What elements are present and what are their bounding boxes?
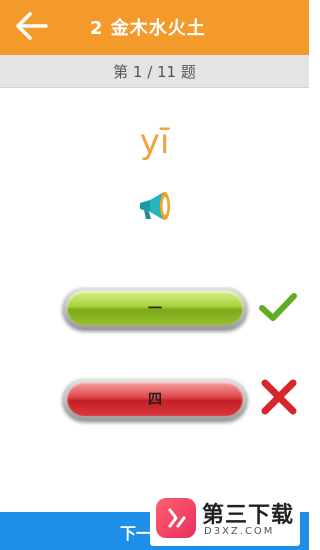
header-bar: 2 金木水火土 <box>0 0 309 55</box>
next-button[interactable]: 下一 <box>120 520 152 544</box>
answer-option-label: 一 <box>67 291 243 325</box>
watermark-logo-icon <box>156 498 196 538</box>
arrow-left-icon <box>16 12 48 40</box>
play-audio-button[interactable] <box>134 186 174 226</box>
question-counter-bar: 第 1 / 11 题 <box>0 55 309 88</box>
watermark: 第三下载 D3XZ.COM <box>150 494 300 546</box>
page-title: 2 金木水火土 <box>90 18 206 39</box>
correct-check-icon <box>258 287 298 327</box>
answer-option-label: 四 <box>67 382 243 416</box>
answer-option-2[interactable]: 四 <box>62 377 248 421</box>
pinyin-text: yī <box>139 122 170 162</box>
watermark-subtext: D3XZ.COM <box>204 526 275 537</box>
watermark-text: 第三下载 <box>202 503 295 528</box>
question-counter: 第 1 / 11 题 <box>113 63 196 81</box>
megaphone-icon <box>140 192 170 220</box>
wrong-cross-icon <box>259 377 299 417</box>
answer-option-1[interactable]: 一 <box>62 286 248 330</box>
back-button[interactable] <box>14 10 50 42</box>
